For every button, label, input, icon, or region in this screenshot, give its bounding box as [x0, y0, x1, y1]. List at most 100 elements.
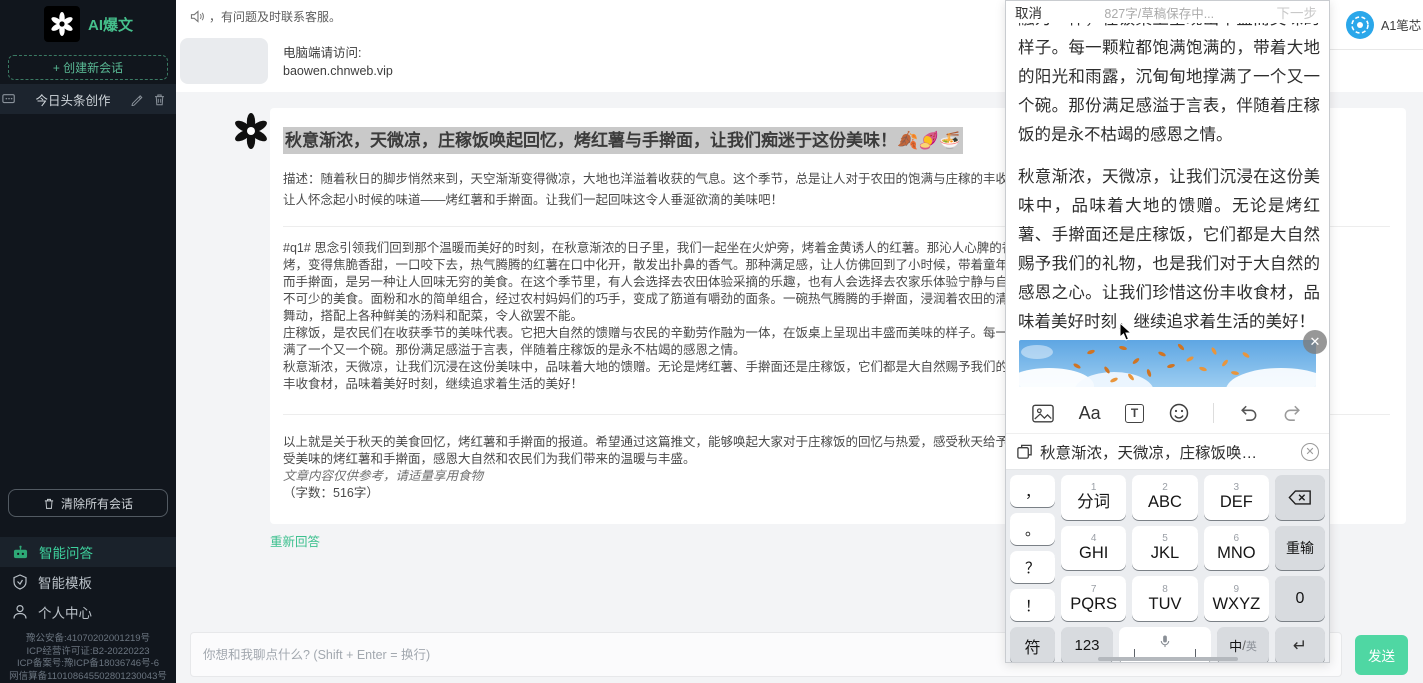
editor-toolbar: Aa T [1006, 393, 1329, 433]
copy-icon [1016, 443, 1033, 460]
sidebar-item-personal-center[interactable]: 个人中心 [0, 597, 176, 627]
sidebar: AI爆文 + 创建新会话 今日头条创作 清除所有会话 智能问答 [0, 0, 176, 683]
key-number: 1 [1091, 482, 1097, 493]
speaker-icon [190, 10, 205, 23]
punctuation-key[interactable]: ！ [1010, 589, 1055, 621]
t9-key[interactable]: 4 GHI [1061, 526, 1126, 571]
text-block-icon[interactable]: T [1125, 404, 1144, 423]
send-button[interactable]: 发送 [1355, 635, 1408, 675]
home-indicator [1098, 657, 1238, 661]
icp-line: 豫公安备:41070202001219号 [0, 633, 176, 646]
icp-line: ICP经营许可证:B2-20220223 [0, 646, 176, 659]
key-number: 9 [1234, 584, 1240, 595]
chat-bubble-icon [2, 93, 16, 106]
notice-text: ，有问题及时联系客服。 [209, 8, 341, 25]
icp-line: 网信算备110108645502801230043号 [0, 671, 176, 683]
undo-icon[interactable] [1238, 404, 1258, 422]
app-title: AI爆文 [88, 14, 133, 35]
key-letters: GHI [1079, 544, 1108, 563]
mobile-editor-panel: 融为一体，在饭桌上呈现出丰盛而美味的样子。每一颗粒都饱满饱满的，带着大地的阳光和… [1005, 0, 1330, 663]
draft-title-bar[interactable]: 秋意渐浓，天微凉，庄稼饭唤… ✕ [1006, 433, 1329, 470]
key-number: 7 [1091, 584, 1097, 595]
cancel-button[interactable]: 取消 [1015, 2, 1042, 22]
keyboard-right-column: 重输 0 [1275, 475, 1325, 621]
trash-icon [43, 497, 55, 510]
punctuation-key[interactable]: ？ [1010, 551, 1055, 583]
t9-key[interactable]: 5 JKL [1132, 526, 1197, 571]
clear-all-label: 清除所有会话 [61, 495, 133, 512]
conversation-item[interactable]: 今日头条创作 [0, 84, 176, 114]
delete-conversation-icon[interactable] [153, 93, 166, 106]
symbols-key[interactable]: 符 [1010, 627, 1055, 663]
editor-paragraph: 秋意渐浓，天微凉，让我们沉浸在这份美味中，品味着大地的馈赠。无论是烤红薯、手擀面… [1018, 163, 1320, 337]
font-style-icon[interactable]: Aa [1079, 403, 1101, 424]
next-step-button[interactable]: 下一步 [1277, 2, 1318, 22]
lang-en: 英 [1246, 638, 1257, 654]
lang-zh: 中 [1229, 636, 1242, 655]
key-letters: 分词 [1077, 493, 1110, 512]
draft-status: 827字/草稿保存中... [1104, 3, 1214, 22]
clear-all-conversations-button[interactable]: 清除所有会话 [8, 489, 168, 517]
punctuation-key[interactable]: 。 [1010, 513, 1055, 545]
a1-widget-label: A1笔芯 [1381, 15, 1421, 34]
t9-key[interactable]: 3 DEF [1204, 475, 1269, 520]
sidebar-item-smart-qa[interactable]: 智能问答 [0, 537, 176, 567]
redo-icon[interactable] [1283, 404, 1303, 422]
t9-key[interactable]: 7 PQRS [1061, 576, 1126, 621]
assistant-avatar [232, 112, 270, 150]
sidebar-item-label: 个人中心 [38, 602, 92, 622]
key-letters: MNO [1217, 544, 1256, 563]
retype-key[interactable]: 重输 [1275, 526, 1325, 571]
t9-key[interactable]: 6 MNO [1204, 526, 1269, 571]
key-number: 2 [1162, 482, 1168, 493]
new-conversation-button[interactable]: + 创建新会话 [8, 55, 168, 80]
draft-title-text: 秋意渐浓，天微凉，庄稼饭唤… [1040, 441, 1294, 463]
sidebar-item-label: 智能问答 [39, 542, 93, 562]
edit-conversation-icon[interactable] [130, 93, 143, 106]
enter-key[interactable]: ↵ [1275, 627, 1325, 663]
key-letters: TUV [1148, 595, 1181, 614]
visit-line: 电脑端请访问: [283, 44, 393, 62]
key-letters: JKL [1151, 544, 1179, 563]
microphone-icon [1160, 635, 1170, 648]
visit-url[interactable]: baowen.chnweb.vip [283, 62, 393, 80]
sidebar-item-smart-templates[interactable]: 智能模板 [0, 567, 176, 597]
t9-keyboard: ， 。 ？ ！ 1 分词 2 ABC 3 DEF 4 GHI [1006, 470, 1329, 663]
key-number: 8 [1162, 584, 1168, 595]
robot-icon [12, 545, 29, 560]
punctuation-key[interactable]: ， [1010, 475, 1055, 507]
key-number: 6 [1234, 533, 1240, 544]
aperture-icon [1346, 11, 1374, 39]
icp-line: ICP备案号:豫ICP备18036746号-6 [0, 658, 176, 671]
sidebar-item-label: 智能模板 [38, 572, 92, 592]
emoji-icon[interactable] [1169, 403, 1189, 423]
key-letters: ABC [1148, 493, 1182, 512]
app-logo-icon [44, 6, 80, 42]
t9-key[interactable]: 9 WXYZ [1204, 576, 1269, 621]
editor-text[interactable]: 融为一体，在饭桌上呈现出丰盛而美味的样子。每一颗粒都饱满饱满的，带着大地的阳光和… [1018, 5, 1320, 350]
visit-message: 电脑端请访问: baowen.chnweb.vip [283, 44, 393, 80]
backspace-key[interactable] [1275, 475, 1325, 520]
editor-paragraph: 融为一体，在饭桌上呈现出丰盛而美味的样子。每一颗粒都饱满饱满的，带着大地的阳光和… [1018, 5, 1320, 150]
draft-close-icon[interactable]: ✕ [1301, 443, 1319, 461]
editor-header: 取消 827字/草稿保存中... 下一步 [1006, 1, 1329, 23]
conversation-title: 今日头条创作 [16, 90, 130, 109]
mouse-cursor [1119, 322, 1134, 342]
app-logo-row: AI爆文 [44, 6, 133, 42]
t9-key[interactable]: 1 分词 [1061, 475, 1126, 520]
zero-key[interactable]: 0 [1275, 576, 1325, 621]
article-title-emojis: 🍂🍠🍜 [897, 131, 961, 150]
toolbar-divider [1213, 403, 1214, 423]
person-icon [12, 604, 28, 620]
insert-image-icon[interactable] [1032, 404, 1054, 423]
t9-key[interactable]: 8 TUV [1132, 576, 1197, 621]
a1-widget[interactable]: A1笔芯 [1330, 0, 1423, 50]
key-letters: DEF [1220, 493, 1253, 512]
remove-image-button[interactable]: ✕ [1303, 330, 1327, 354]
key-letters: WXYZ [1212, 595, 1260, 614]
shield-icon [12, 574, 28, 590]
punctuation-column: ， 。 ？ ！ [1010, 475, 1055, 621]
t9-key[interactable]: 2 ABC [1132, 475, 1197, 520]
regenerate-button[interactable]: 重新回答 [270, 531, 320, 550]
key-number: 3 [1234, 482, 1240, 493]
